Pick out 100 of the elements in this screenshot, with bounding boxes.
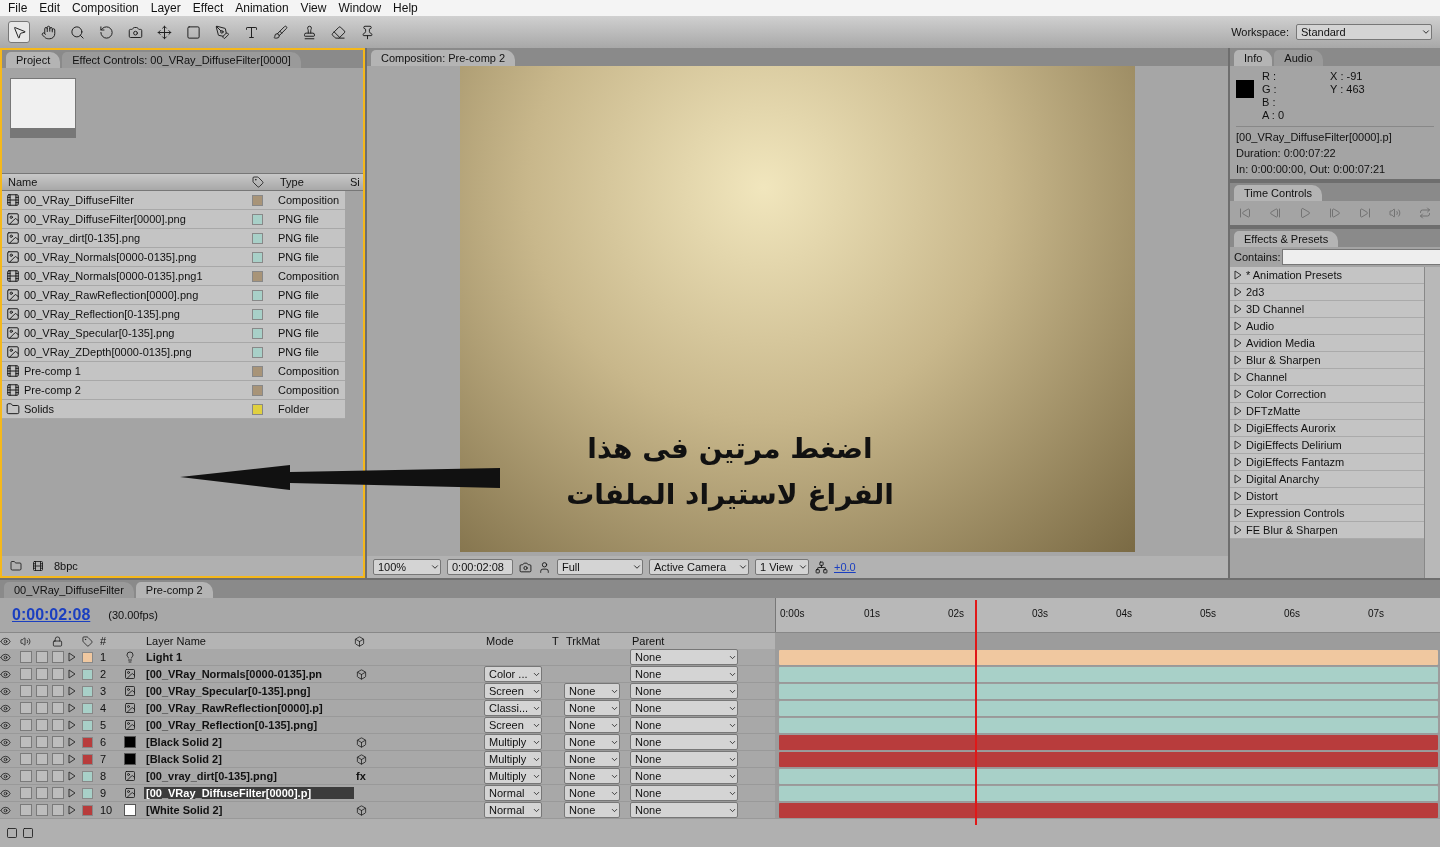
layer-name[interactable]: [00_VRay_DiffuseFilter[0000].p] [144, 787, 354, 799]
search-field[interactable] [1282, 249, 1440, 265]
project-row[interactable]: 00_VRay_Normals[0000-0135].png PNG file [2, 248, 345, 267]
trkmat-select[interactable]: None [564, 751, 620, 767]
effect-category[interactable]: Distort [1246, 490, 1278, 502]
menu-item[interactable]: Animation [229, 1, 295, 15]
switch-box[interactable] [36, 787, 48, 799]
layer-bar[interactable] [779, 734, 1438, 750]
switch-box[interactable] [20, 719, 32, 731]
switch-box[interactable] [52, 685, 64, 697]
trkmat-select[interactable]: None [564, 683, 620, 699]
switch-box[interactable] [20, 787, 32, 799]
layer-bar[interactable] [779, 751, 1438, 767]
project-row[interactable]: 00_VRay_Normals[0000-0135].png1 Composition [2, 267, 345, 286]
column-header[interactable]: Si [344, 176, 363, 188]
mode-select[interactable]: Screen [484, 683, 542, 699]
switch-box[interactable] [20, 702, 32, 714]
project-row[interactable]: 00_VRay_ZDepth[0000-0135].png PNG file [2, 343, 345, 362]
workspace-select[interactable]: Standard [1296, 24, 1432, 40]
switch-box[interactable] [52, 702, 64, 714]
trkmat-select[interactable]: None [564, 700, 620, 716]
parent-select[interactable]: None [630, 717, 738, 733]
fx-switch[interactable]: fx [356, 770, 366, 782]
mode-select[interactable]: Multiply [484, 768, 542, 784]
menu-item[interactable]: View [294, 1, 333, 15]
parent-select[interactable]: None [630, 751, 738, 767]
switch-box[interactable] [36, 668, 48, 680]
project-row[interactable]: 00_VRay_Specular[0-135].png PNG file [2, 324, 345, 343]
switch-box[interactable] [36, 804, 48, 816]
menu-item[interactable]: Layer [144, 1, 187, 15]
switch-box[interactable] [20, 736, 32, 748]
column-header[interactable]: Layer Name [144, 635, 354, 647]
zoom-select[interactable]: 100% [373, 559, 441, 575]
scrollbar[interactable] [1424, 267, 1440, 578]
menu-item[interactable]: Help [387, 1, 424, 15]
switch-box[interactable] [20, 685, 32, 697]
layer-name[interactable]: [00_VRay_Reflection[0-135].png] [144, 719, 354, 731]
playhead[interactable] [975, 600, 978, 825]
mode-select[interactable]: Color ... [484, 666, 542, 682]
column-header[interactable]: TrkMat [564, 635, 630, 647]
time-ruler[interactable]: 0:00s 01s 02s 03s 04s 05s 06s 07s [775, 598, 1440, 632]
project-row[interactable]: 00_VRay_DiffuseFilter[0000].png PNG file [2, 210, 345, 229]
menu-item[interactable]: Edit [33, 1, 67, 15]
column-header[interactable]: T [550, 635, 564, 647]
parent-select[interactable]: None [630, 700, 738, 716]
switch-box[interactable] [52, 651, 64, 663]
project-row[interactable]: Solids Folder [2, 400, 345, 419]
switch-box[interactable] [52, 753, 64, 765]
column-header[interactable]: Name [2, 176, 252, 188]
project-row[interactable]: Pre-comp 1 Composition [2, 362, 345, 381]
switch-box[interactable] [36, 719, 48, 731]
switch-box[interactable] [36, 753, 48, 765]
layer-name[interactable]: [Black Solid 2] [144, 736, 354, 748]
layer-name[interactable]: [00_VRay_Normals[0000-0135].pn [144, 668, 354, 680]
switch-box[interactable] [20, 651, 32, 663]
parent-select[interactable]: None [630, 666, 738, 682]
view-select[interactable]: 1 View [755, 559, 809, 575]
switch-box[interactable] [20, 770, 32, 782]
switch-box[interactable] [52, 787, 64, 799]
mode-select[interactable]: Multiply [484, 734, 542, 750]
column-header[interactable]: Parent [630, 635, 750, 647]
current-time[interactable]: 0:00:02:08 [12, 606, 91, 624]
menu-item[interactable]: Effect [186, 1, 230, 15]
effect-category[interactable]: 2d3 [1246, 286, 1265, 298]
timeline-tab[interactable]: 00_VRay_DiffuseFilter [4, 582, 134, 598]
switch-box[interactable] [52, 770, 64, 782]
switch-box[interactable] [36, 702, 48, 714]
bit-depth[interactable]: 8bpc [54, 560, 78, 572]
exposure-link[interactable]: +0.0 [834, 561, 856, 573]
tool-button[interactable] [8, 21, 30, 43]
effect-category[interactable]: Channel [1246, 371, 1287, 383]
switch-box[interactable] [52, 719, 64, 731]
parent-select[interactable]: None [630, 734, 738, 750]
mode-select[interactable]: Classi... [484, 700, 542, 716]
panel-tab[interactable]: Effects & Presets [1234, 231, 1339, 247]
trkmat-select[interactable]: None [564, 768, 620, 784]
switch-box[interactable] [36, 685, 48, 697]
switch-box[interactable] [52, 736, 64, 748]
effect-category[interactable]: Audio [1246, 320, 1275, 332]
panel-tab[interactable]: Info [1234, 50, 1273, 66]
resolution-select[interactable]: Full [557, 559, 643, 575]
layer-name[interactable]: [00_VRay_Specular[0-135].png] [144, 685, 354, 697]
project-row[interactable]: 00_VRay_Reflection[0-135].png PNG file [2, 305, 345, 324]
mode-select[interactable]: Multiply [484, 751, 542, 767]
trkmat-select[interactable]: None [564, 717, 620, 733]
parent-select[interactable]: None [630, 649, 738, 665]
switch-box[interactable] [52, 668, 64, 680]
layer-bar[interactable] [779, 802, 1438, 818]
switch-box[interactable] [36, 651, 48, 663]
menu-item[interactable]: File [2, 1, 34, 15]
camera-select[interactable]: Active Camera [649, 559, 749, 575]
mode-select[interactable]: Normal [484, 802, 542, 818]
switch-box[interactable] [20, 668, 32, 680]
panel-tab[interactable]: Project [6, 52, 61, 68]
trkmat-select[interactable]: None [564, 734, 620, 750]
time-field[interactable]: 0:00:02:08 [447, 559, 513, 575]
timeline-tab[interactable]: Pre-comp 2 [135, 582, 213, 598]
project-row[interactable]: Pre-comp 2 Composition [2, 381, 345, 400]
mode-select[interactable]: Screen [484, 717, 542, 733]
layer-name[interactable]: [White Solid 2] [144, 804, 354, 816]
